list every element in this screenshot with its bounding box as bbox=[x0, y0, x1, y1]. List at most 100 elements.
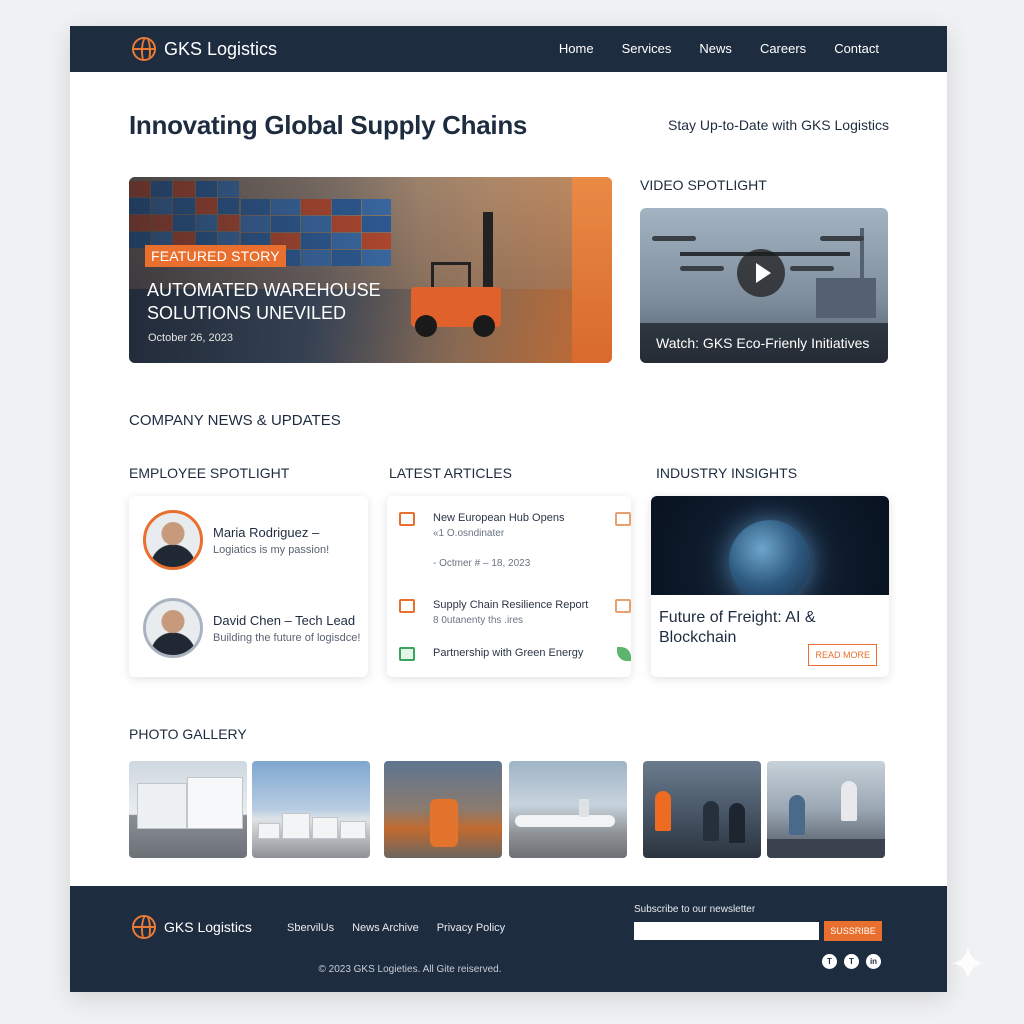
crane-mast bbox=[860, 228, 864, 318]
play-icon[interactable] bbox=[737, 249, 785, 297]
globe-network-image bbox=[651, 496, 889, 595]
nav-home[interactable]: Home bbox=[559, 41, 594, 56]
avatar bbox=[143, 598, 203, 658]
page-title: Innovating Global Supply Chains bbox=[129, 110, 528, 140]
twitter-icon[interactable]: T bbox=[844, 954, 859, 969]
hero-tagline: Stay Up-to-Date with GKS Logistics bbox=[668, 117, 889, 133]
chart-icon bbox=[615, 512, 631, 526]
worker-figure bbox=[655, 791, 671, 831]
truck bbox=[312, 817, 338, 839]
avatar bbox=[143, 510, 203, 570]
article-date: - Octmer # – 18, 2023 bbox=[433, 558, 531, 569]
worker-figure bbox=[729, 803, 745, 843]
port-crane bbox=[816, 278, 876, 318]
video-spotlight-card[interactable]: Watch: GKS Eco-Frienly Initiatives bbox=[640, 208, 888, 363]
nav-news[interactable]: News bbox=[699, 41, 732, 56]
employee-item[interactable]: Maria Rodriguez – Logiatics is my passio… bbox=[143, 510, 329, 570]
featured-date: October 26, 2023 bbox=[148, 332, 234, 344]
orange-accent-band bbox=[572, 177, 612, 363]
nav-contact[interactable]: Contact bbox=[834, 41, 879, 56]
photo-gallery-heading: PHOTO GALLERY bbox=[129, 726, 247, 742]
footer-link-privacy[interactable]: Privacy Policy bbox=[437, 922, 505, 934]
worker-figure bbox=[841, 781, 857, 821]
article-item[interactable]: Supply Chain Resilience Report 8 0utanen… bbox=[399, 599, 631, 629]
forklift-illustration bbox=[401, 207, 521, 337]
energy-icon bbox=[399, 647, 415, 661]
footer-brand-name: GKS Logistics bbox=[164, 919, 252, 935]
subscribe-button[interactable]: SUSSRIBE bbox=[824, 921, 882, 941]
main-nav: Home Services News Careers Contact bbox=[559, 41, 879, 56]
footer-link-services[interactable]: SbervilUs bbox=[287, 922, 334, 934]
brand-name: GKS Logistics bbox=[164, 38, 278, 59]
worker-figure bbox=[703, 801, 719, 841]
twitter-icon[interactable]: T bbox=[822, 954, 837, 969]
drone-rotor bbox=[790, 266, 834, 271]
worker-figure bbox=[789, 795, 805, 835]
article-subtitle: 8 0utanenty ths .ires bbox=[433, 615, 524, 626]
brand[interactable]: GKS Logistics bbox=[132, 37, 277, 61]
sparkle-icon: ✦ bbox=[948, 938, 988, 990]
featured-story-card[interactable]: FEATURED STORY AUTOMATED WAREHOUSE SOLUT… bbox=[129, 177, 612, 363]
employee-spotlight-heading: EMPLOYEE SPOTLIGHT bbox=[129, 465, 290, 481]
article-item[interactable]: New European Hub Opens «1 O.osndinater -… bbox=[399, 512, 631, 572]
drone-rotor bbox=[820, 236, 864, 241]
earth-icon bbox=[729, 520, 811, 595]
report-icon bbox=[399, 599, 415, 613]
nav-careers[interactable]: Careers bbox=[760, 41, 806, 56]
leaf-icon bbox=[617, 647, 631, 661]
employee-quote: Logiatics is my passion! bbox=[213, 543, 330, 556]
employee-name: Maria Rodriguez – bbox=[213, 524, 320, 540]
page: GKS Logistics Home Services News Careers… bbox=[70, 26, 947, 992]
company-news-heading: COMPANY NEWS & UPDATES bbox=[129, 412, 341, 429]
video-spotlight-heading: VIDEO SPOTLIGHT bbox=[640, 177, 767, 193]
airplane-fuselage bbox=[515, 815, 615, 827]
social-links: T T in bbox=[822, 954, 881, 969]
insight-title: Future of Freight: AI & Blockchain bbox=[659, 609, 816, 646]
footer-link-news-archive[interactable]: News Archive bbox=[352, 922, 419, 934]
gallery-photo-airplane[interactable] bbox=[509, 761, 627, 858]
robot-arm bbox=[430, 799, 458, 847]
map-icon bbox=[399, 512, 415, 526]
globe-logo-icon bbox=[132, 915, 156, 939]
industry-insights-heading: INDUSTRY INSIGHTS bbox=[656, 465, 798, 481]
truck-trailer bbox=[187, 777, 243, 829]
employee-item[interactable]: David Chen – Tech Lead Building the futu… bbox=[143, 598, 360, 658]
employee-spotlight-card: Maria Rodriguez – Logiatics is my passio… bbox=[129, 496, 368, 677]
nav-services[interactable]: Services bbox=[622, 41, 672, 56]
read-more-button[interactable]: READ MORE bbox=[808, 644, 877, 666]
truck-cab bbox=[137, 783, 187, 829]
top-navigation-bar: GKS Logistics Home Services News Careers… bbox=[70, 26, 947, 72]
footer-brand[interactable]: GKS Logistics bbox=[132, 915, 252, 939]
featured-headline[interactable]: AUTOMATED WAREHOUSE SOLUTIONS UNEVILED bbox=[147, 279, 407, 325]
employee-name: David Chen – Tech Lead bbox=[213, 612, 356, 628]
linkedin-icon[interactable]: in bbox=[866, 954, 881, 969]
truck bbox=[340, 821, 366, 839]
footer-links: SbervilUs News Archive Privacy Policy bbox=[287, 922, 505, 934]
article-title: New European Hub Opens bbox=[433, 512, 565, 524]
desk bbox=[767, 839, 885, 858]
employee-quote: Building the future of logisdce! bbox=[213, 631, 361, 644]
latest-articles-card: New European Hub Opens «1 O.osndinater -… bbox=[387, 496, 631, 677]
article-title: Partnership with Green Energy bbox=[433, 647, 584, 659]
gallery-photo-robot-arm[interactable] bbox=[384, 761, 502, 858]
article-item[interactable]: Partnership with Green Energy bbox=[399, 647, 631, 667]
document-icon bbox=[615, 599, 631, 613]
airplane-tail bbox=[579, 799, 589, 817]
latest-articles-heading: LATEST ARTICLES bbox=[389, 465, 512, 481]
industry-insights-card[interactable]: Future of Freight: AI & Blockchain READ … bbox=[651, 496, 889, 677]
footer: GKS Logistics SbervilUs News Archive Pri… bbox=[70, 886, 947, 992]
video-caption: Watch: GKS Eco-Frienly Initiatives bbox=[640, 323, 888, 363]
newsletter-label: Subscribe to our newsletter bbox=[634, 904, 756, 915]
gallery-photo-truck[interactable] bbox=[129, 761, 247, 858]
gallery-photo-warehouse-workers[interactable] bbox=[643, 761, 761, 858]
truck bbox=[258, 823, 280, 839]
truck bbox=[282, 813, 310, 839]
newsletter-email-input[interactable] bbox=[634, 922, 819, 940]
gallery-photo-fleet[interactable] bbox=[252, 761, 370, 858]
article-title: Supply Chain Resilience Report bbox=[433, 599, 589, 611]
gallery-photo-office-team[interactable] bbox=[767, 761, 885, 858]
featured-story-badge: FEATURED STORY bbox=[145, 245, 286, 267]
drone-rotor bbox=[680, 266, 724, 271]
article-subtitle: «1 O.osndinater bbox=[433, 528, 505, 539]
copyright: © 2023 GKS Logieties. All Gite reiserved… bbox=[318, 964, 502, 975]
